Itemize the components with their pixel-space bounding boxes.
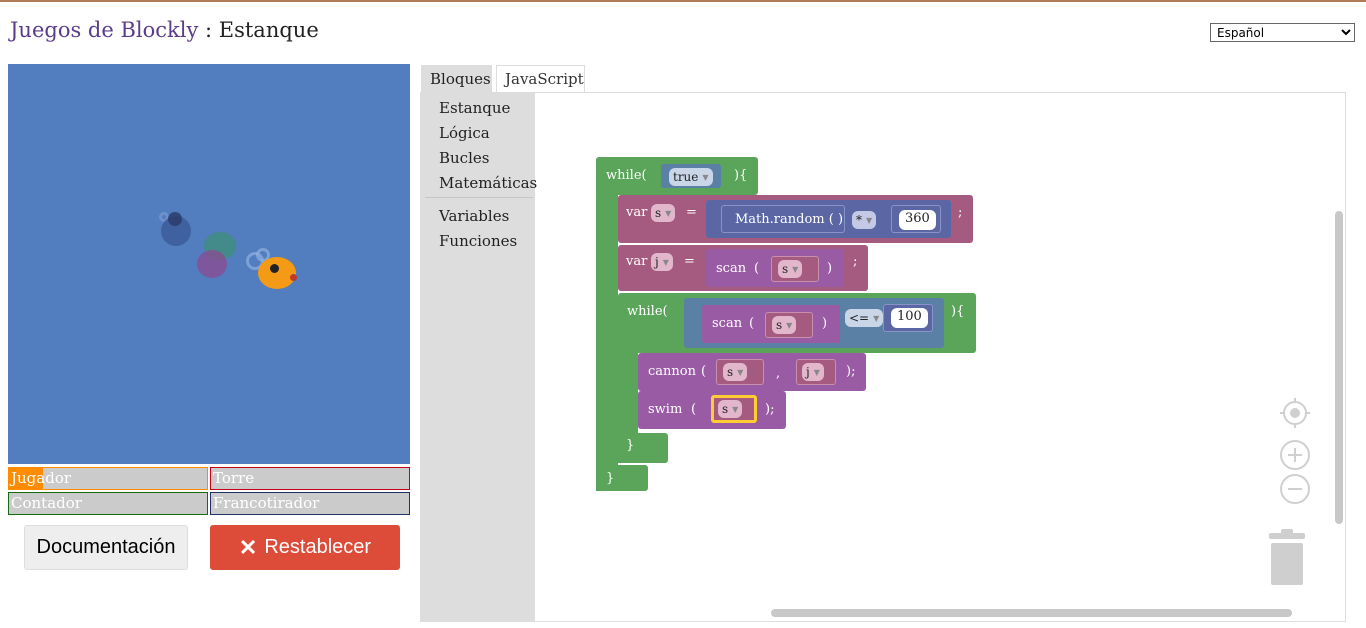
var-j-dropdown[interactable]: j ▼ [651,253,673,271]
while-block-arm [596,193,618,491]
app-title-link[interactable]: Juegos de Blockly [10,18,198,42]
toolbox-category-pond[interactable]: Estanque [439,99,510,117]
compare-operator-dropdown[interactable]: <= ▼ [845,309,884,327]
rook-duck [197,250,227,278]
number-field-360[interactable]: 360 [899,210,936,230]
documentation-button[interactable]: Documentación [24,525,188,570]
target-icon[interactable] [1279,397,1311,429]
language-select[interactable]: Español [1210,23,1355,42]
zoom-in-icon[interactable] [1279,439,1311,471]
tab-blocks[interactable]: Bloques [421,65,492,93]
operator-dropdown[interactable]: * ▼ [852,211,877,229]
trash-icon[interactable] [1265,529,1309,587]
toolbox: Estanque Lógica Bucles Matemáticas Varia… [421,93,537,621]
reset-button[interactable]: ✕ Restablecer [210,525,400,570]
status-rook: Torre [210,467,410,490]
var-s-dropdown[interactable]: s ▼ [651,204,676,222]
game-title: Estanque [218,18,319,42]
swim-arg-dropdown[interactable]: s ▼ [718,400,743,418]
sniper-duck-head [168,212,182,226]
blockly-workspace[interactable]: Estanque Lógica Bucles Matemáticas Varia… [420,92,1346,622]
status-counter: Contador [8,492,208,515]
player-duck [258,257,296,289]
number-field-100[interactable]: 100 [891,308,928,328]
player-duck-beak [290,274,297,281]
toolbox-separator [425,197,533,198]
scan-arg-dropdown[interactable]: s ▼ [778,260,803,278]
toolbox-category-functions[interactable]: Funciones [439,232,517,250]
toolbox-category-loops[interactable]: Bucles [439,149,489,167]
cannon-arg1-dropdown[interactable]: s ▼ [723,363,748,381]
page-title: Juegos de Blockly : Estanque [10,18,319,42]
while-block-footer [596,465,648,491]
vertical-scrollbar[interactable] [1335,211,1343,524]
tab-javascript[interactable]: JavaScript [496,65,585,93]
toolbox-category-math[interactable]: Matemáticas [439,174,537,192]
scan-compare-arg-dropdown[interactable]: s ▼ [772,316,797,334]
player-duck-eye [270,264,279,273]
status-player: Jugador [8,467,208,490]
horizontal-scrollbar[interactable] [771,609,1292,617]
zoom-out-icon[interactable] [1279,473,1311,505]
close-icon: ✕ [238,534,258,560]
toolbox-category-variables[interactable]: Variables [439,207,509,225]
top-accent-line [0,0,1366,2]
true-dropdown[interactable]: true ▼ [669,168,713,186]
toolbox-category-logic[interactable]: Lógica [439,124,490,142]
status-sniper: Francotirador [210,492,410,515]
cannon-arg2-dropdown[interactable]: j ▼ [802,363,824,381]
pond-canvas [8,64,410,464]
